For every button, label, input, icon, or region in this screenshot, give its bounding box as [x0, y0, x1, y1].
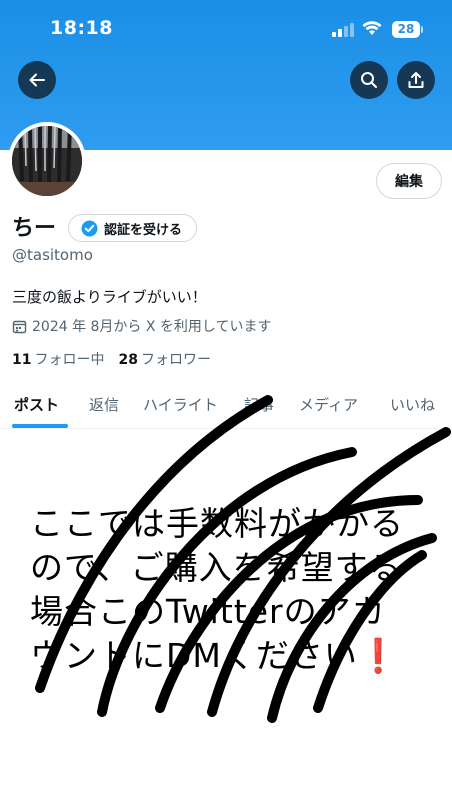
followers-label: フォロワー [140, 352, 211, 368]
tabs-divider [0, 428, 452, 429]
profile-tabs: ポスト 返信 ハイライト 記事 メディア いいね [0, 380, 452, 428]
tab-likes[interactable]: いいね [390, 394, 435, 415]
battery-icon: 28 [392, 21, 420, 38]
join-date-text: 2024 年 8月から X を利用しています [32, 319, 272, 335]
following-link[interactable]: 11 フォロー中 [12, 352, 104, 368]
status-time: 18:18 [50, 17, 113, 39]
cellular-signal-icon [332, 23, 354, 37]
following-label: フォロー中 [34, 352, 105, 368]
share-button[interactable] [397, 61, 435, 99]
overlay-line-text: ウントにDMください [30, 636, 358, 675]
overlay-line: 場合このTwitterのアカ [30, 592, 386, 631]
join-date: 2024 年 8月から X を利用しています [12, 316, 272, 336]
overlay-line: ウントにDMください❗ [30, 634, 430, 678]
tab-replies[interactable]: 返信 [89, 394, 119, 415]
tab-articles[interactable]: 記事 [244, 394, 274, 415]
following-count: 11 [12, 352, 32, 368]
profile-name: ちー [12, 216, 57, 241]
search-button[interactable] [350, 61, 388, 99]
arrow-left-icon [29, 73, 45, 87]
verified-badge-icon [81, 220, 98, 236]
back-button[interactable] [18, 61, 56, 99]
followers-count: 28 [118, 352, 138, 368]
wifi-icon [362, 21, 382, 35]
edit-profile-button[interactable]: 編集 [376, 163, 442, 199]
get-verified-label: 認証を受ける [104, 222, 183, 238]
follow-stats: 11 フォロー中 28 フォロワー [12, 349, 211, 369]
profile-avatar[interactable] [8, 122, 86, 200]
battery-tip [421, 26, 423, 33]
overlay-message: ここでは手数料がかかる ので、ご購入を希望する 場合このTwitterのアカ ウ… [30, 502, 430, 678]
get-verified-button[interactable]: 認証を受ける [68, 214, 198, 242]
tab-media[interactable]: メディア [299, 394, 358, 415]
followers-link[interactable]: 28 フォロワー [118, 352, 210, 368]
exclamation-icon: ❗ [357, 636, 400, 675]
tab-highlights[interactable]: ハイライト [143, 394, 218, 415]
status-bar: 18:18 28 [0, 0, 452, 60]
share-icon [408, 72, 424, 88]
profile-handle: @tasitomo [12, 246, 93, 264]
tab-posts[interactable]: ポスト [14, 394, 59, 415]
search-icon [361, 72, 377, 88]
overlay-line: ここでは手数料がかかる [30, 504, 404, 543]
calendar-icon [12, 320, 27, 333]
profile-bio: 三度の飯よりライブがいい！ [12, 288, 207, 306]
avatar-image [12, 126, 82, 196]
overlay-line: ので、ご購入を希望する [30, 548, 403, 587]
